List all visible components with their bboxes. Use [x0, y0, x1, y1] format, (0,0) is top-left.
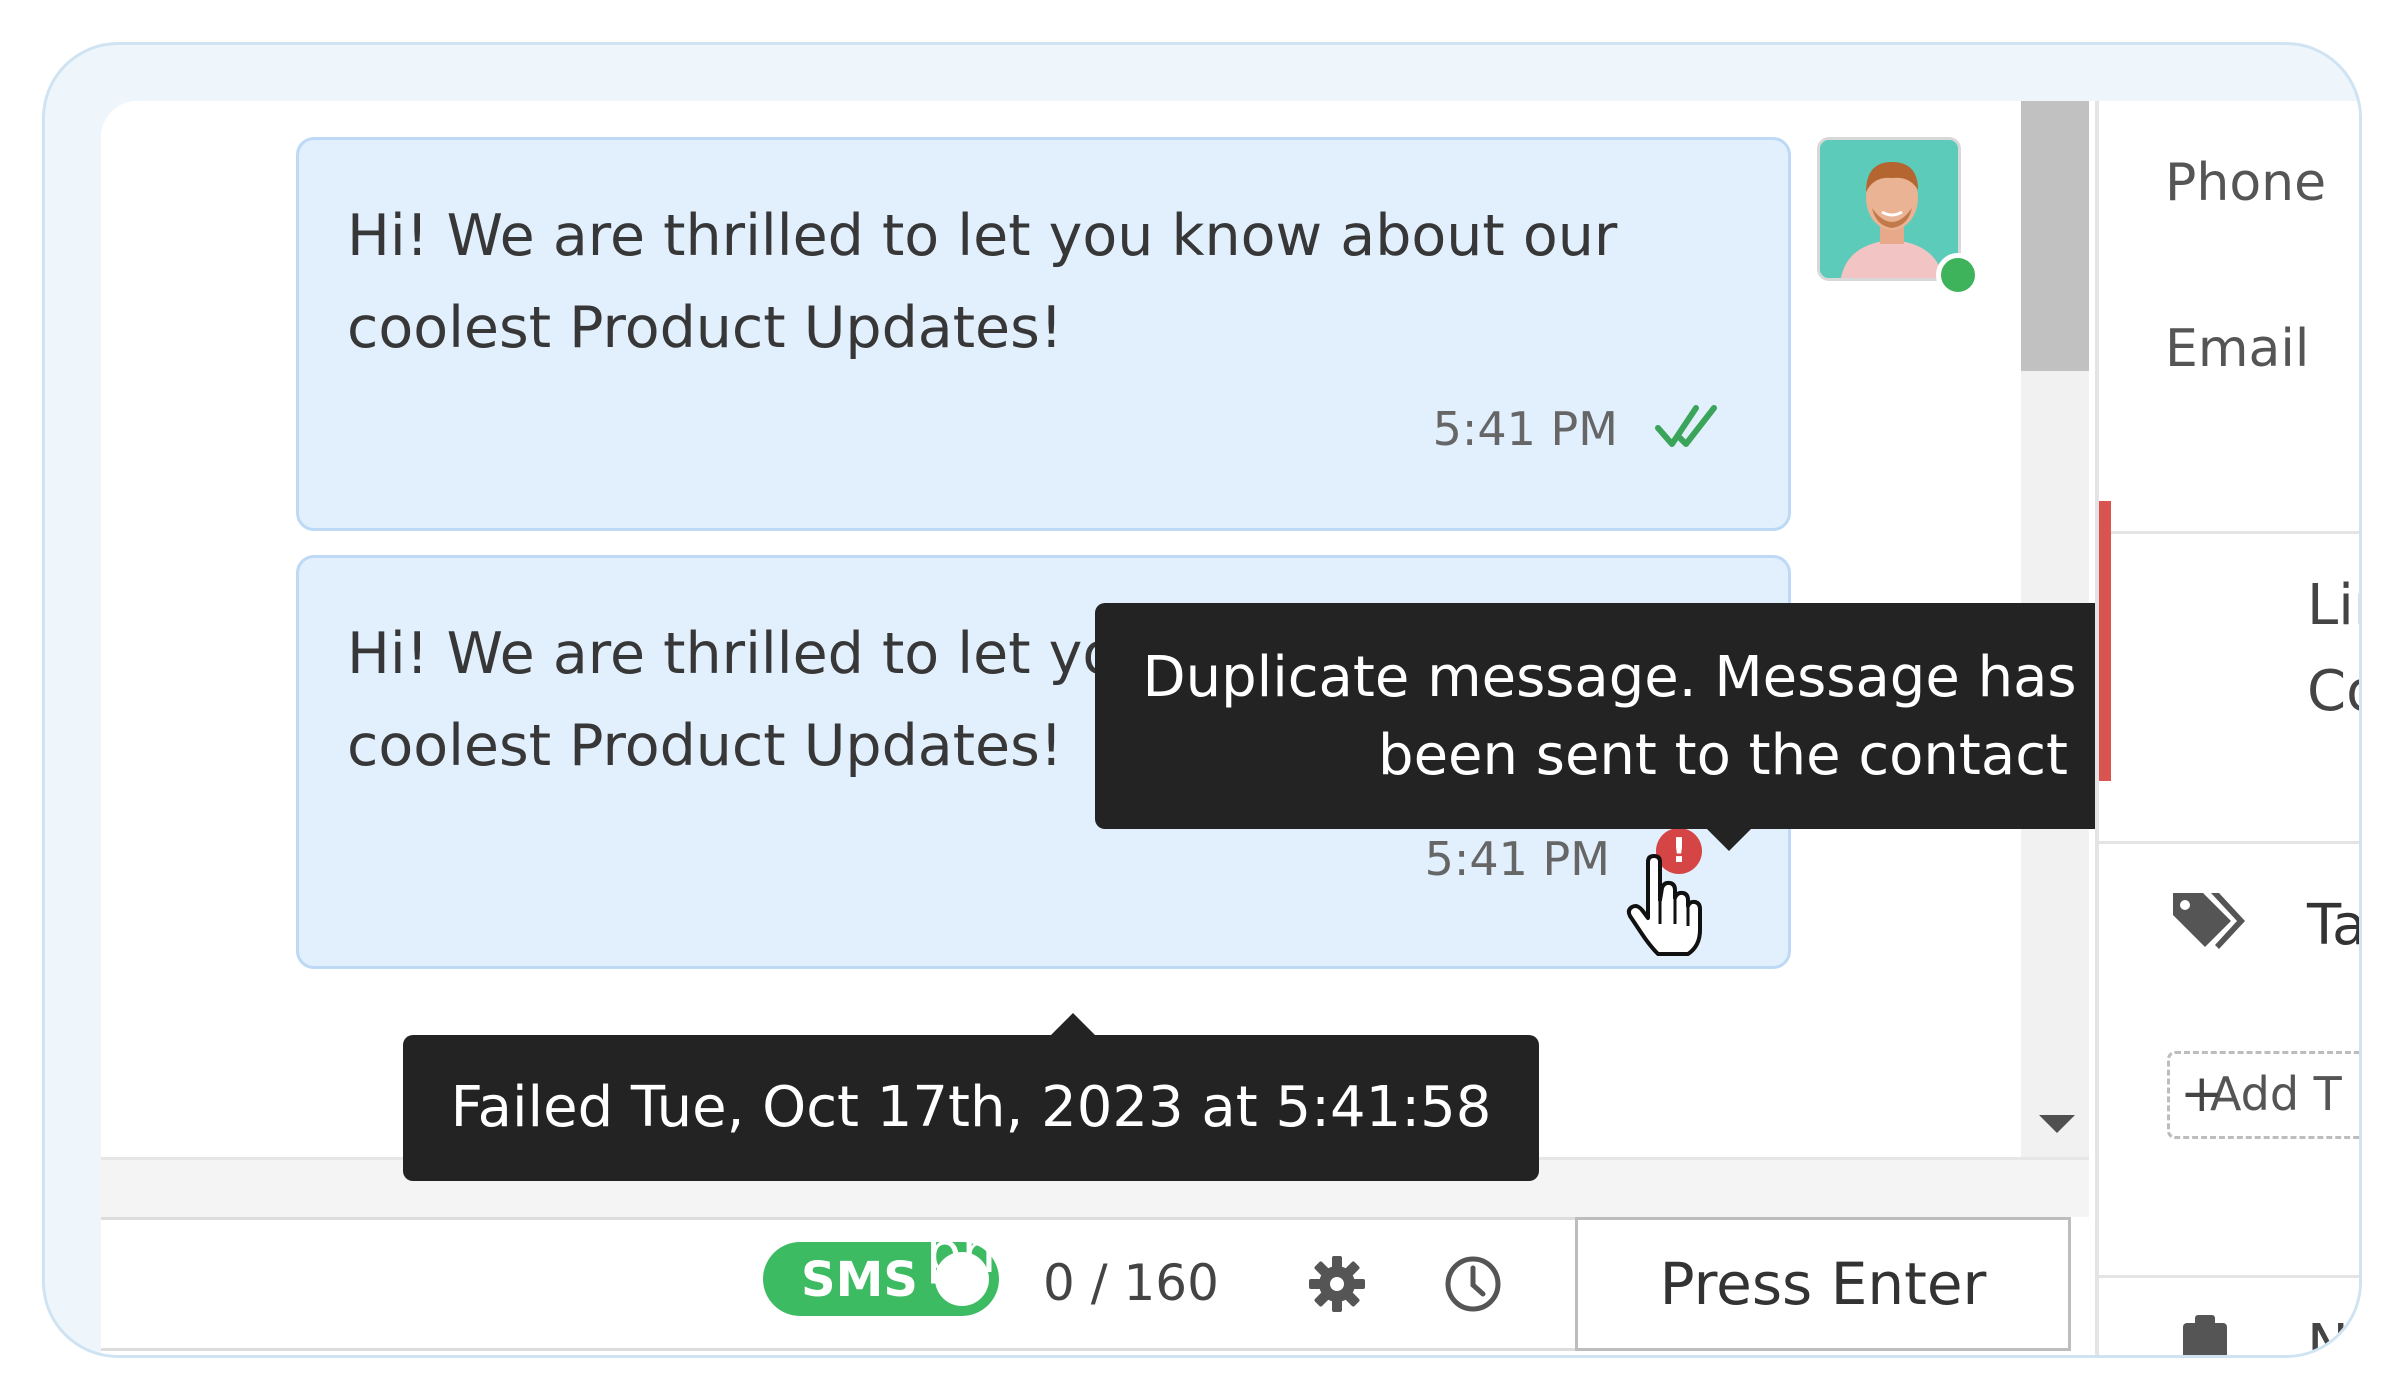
message-time: 5:41 PM — [1432, 402, 1618, 456]
panel-text-lin: Lir — [2307, 573, 2359, 638]
panel-divider — [2099, 841, 2359, 844]
hand-cursor-icon — [1626, 854, 1702, 956]
panel-divider — [2099, 531, 2359, 534]
highlight-bar — [2099, 501, 2111, 781]
add-tag-label: Add T — [2210, 1067, 2342, 1121]
message-composer: SMS 0 / 160 Press Enter — [101, 1217, 2071, 1351]
panel-text-n: N — [2307, 1313, 2349, 1358]
avatar-image — [1820, 140, 1958, 278]
chat-area: Hi! We are thrilled to let you know abou… — [101, 101, 2351, 1351]
add-tag-button[interactable]: + Add T — [2167, 1051, 2359, 1139]
scroll-down-arrow-icon[interactable] — [2039, 1115, 2075, 1133]
message-text-line: Hi! We are thrilled to let you know abou… — [347, 203, 1618, 269]
tags-label: Ta — [2307, 893, 2362, 958]
clock-icon[interactable] — [1443, 1254, 1503, 1314]
plus-icon: + — [2180, 1064, 2224, 1124]
conversation-window: Hi! We are thrilled to let you know abou… — [101, 101, 2362, 1358]
double-check-icon — [1655, 405, 1717, 447]
panel-text-co: Co — [2307, 659, 2359, 724]
message-bubble[interactable]: Hi! We are thrilled to let you know abou… — [296, 137, 1791, 531]
app-frame: Hi! We are thrilled to let you know abou… — [42, 42, 2362, 1358]
scrollbar-thumb[interactable] — [2021, 101, 2089, 371]
clipboard-icon — [2183, 1315, 2227, 1355]
online-status-dot — [1936, 253, 1980, 297]
send-button[interactable]: Press Enter — [1575, 1217, 2071, 1351]
panel-divider — [2099, 1275, 2359, 1278]
gear-icon[interactable] — [1307, 1254, 1367, 1314]
email-label[interactable]: Email — [2165, 319, 2309, 379]
character-count: 0 / 160 — [1043, 1254, 1219, 1312]
message-time: 5:41 PM — [1424, 832, 1610, 886]
failed-timestamp-tooltip: Failed Tue, Oct 17th, 2023 at 5:41:58 pm — [403, 1013, 1539, 1286]
tags-icon — [2173, 893, 2245, 949]
sms-toggle-label: SMS — [801, 1252, 918, 1308]
contact-details-panel: Phone Email Lir Co Ta + Add T N — [2095, 101, 2362, 1358]
message-text: Hi! We are thrilled to let you know abou… — [347, 190, 1747, 374]
message-text-line: coolest Product Updates! — [347, 295, 1063, 361]
contact-avatar[interactable] — [1817, 137, 1961, 281]
phone-label[interactable]: Phone — [2165, 153, 2326, 213]
